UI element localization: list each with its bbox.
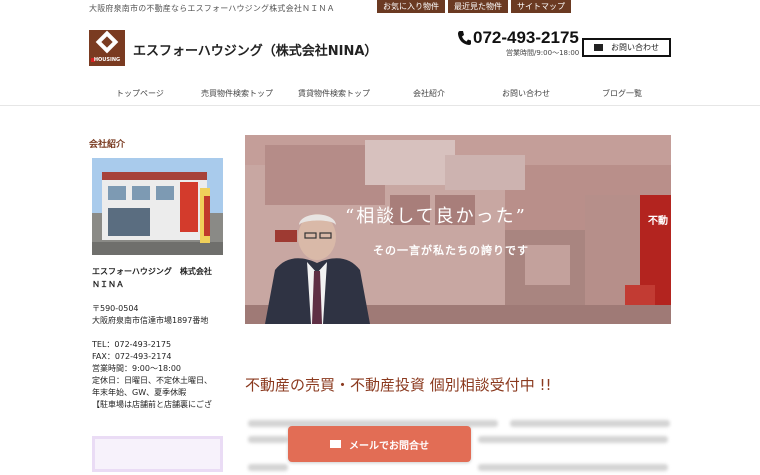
sidebar-address: 〒590-0504 大阪府泉南市信達市場1897番地 [92, 303, 208, 327]
sidebar-contact-info: TEL：072-493-2175 FAX：072-493-2174 営業時間：9… [92, 339, 212, 411]
sidebar-hours: 営業時間：9:00～18:00 [92, 364, 182, 373]
nav-item-contact[interactable]: お問い合わせ [502, 88, 550, 99]
contact-button-label: お問い合わせ [611, 43, 659, 52]
nav-item-rent-search[interactable]: 賃貸物件検索トップ [298, 88, 370, 99]
hero-shop-sign: 不動 [648, 216, 668, 227]
consult-heading: 不動産の売買・不動産投資 個別相談受付中 !! [245, 376, 552, 394]
phone-number[interactable]: 072-493-2175 [473, 28, 579, 48]
main-nav: トップページ 売買物件検索トップ 賃貸物件検索トップ 会社紹介 お問い合わせ ブ… [0, 76, 760, 106]
favorites-link[interactable]: お気に入り物件 [377, 0, 445, 13]
logo-text: HOUSING [93, 57, 121, 63]
business-hours: 営業時間/9:00～18:00 [506, 49, 580, 57]
phone-icon [458, 31, 471, 45]
sidebar-banner[interactable] [92, 436, 223, 472]
sidebar-holidays: 定休日：日曜日、不定休土曜日、 [92, 376, 212, 385]
hero-subline: その一言が私たちの誇りです [373, 244, 529, 257]
envelope-icon [330, 440, 341, 448]
mail-icon [594, 44, 603, 51]
mail-inquiry-button[interactable]: メールでお問合せ [288, 426, 471, 462]
postal-code: 〒590-0504 [92, 304, 139, 313]
nav-item-company[interactable]: 会社紹介 [413, 88, 445, 99]
hero-banner [245, 135, 671, 324]
hero-headline: “相談して良かった” [345, 206, 527, 227]
blurred-text-line [248, 464, 288, 471]
sidebar-company-name: エスフォーハウジング 株式会社 ＮＩＮＡ [92, 267, 212, 289]
contact-button[interactable]: お問い合わせ [582, 38, 671, 57]
mail-inquiry-label: メールでお問合せ [349, 440, 429, 452]
sidebar-holidays-cont: 年末年始、GW、夏季休暇 [92, 388, 187, 397]
address: 大阪府泉南市信達市場1897番地 [92, 316, 209, 325]
site-logo[interactable]: HOUSING [89, 30, 125, 66]
sitemap-link[interactable]: サイトマップ [511, 0, 571, 13]
top-links: お気に入り物件 最近見た物件 サイトマップ [377, 0, 571, 13]
sidebar-heading: 会社紹介 [89, 140, 126, 150]
sidebar-tel: TEL：072-493-2175 [92, 340, 172, 349]
sidebar-parking: 【駐車場は店舗前と店舗裏にござ [92, 400, 212, 409]
blurred-text-line [478, 464, 668, 471]
company-title[interactable]: エスフォーハウジング（株式会社NINA） [133, 40, 377, 59]
nav-item-sale-search[interactable]: 売買物件検索トップ [201, 88, 273, 99]
storefront-photo[interactable] [92, 158, 223, 255]
nav-item-top[interactable]: トップページ [116, 88, 164, 99]
blurred-text-line [248, 436, 288, 443]
nav-item-blog[interactable]: ブログ一覧 [602, 88, 642, 99]
blurred-text-line [510, 420, 670, 427]
sidebar-fax: FAX：072-493-2174 [92, 352, 172, 361]
recently-viewed-link[interactable]: 最近見た物件 [448, 0, 508, 13]
blurred-text-line [478, 436, 668, 443]
site-tagline: 大阪府泉南市の不動産ならエスフォーハウジング株式会社ＮＩＮＡ [89, 4, 335, 13]
